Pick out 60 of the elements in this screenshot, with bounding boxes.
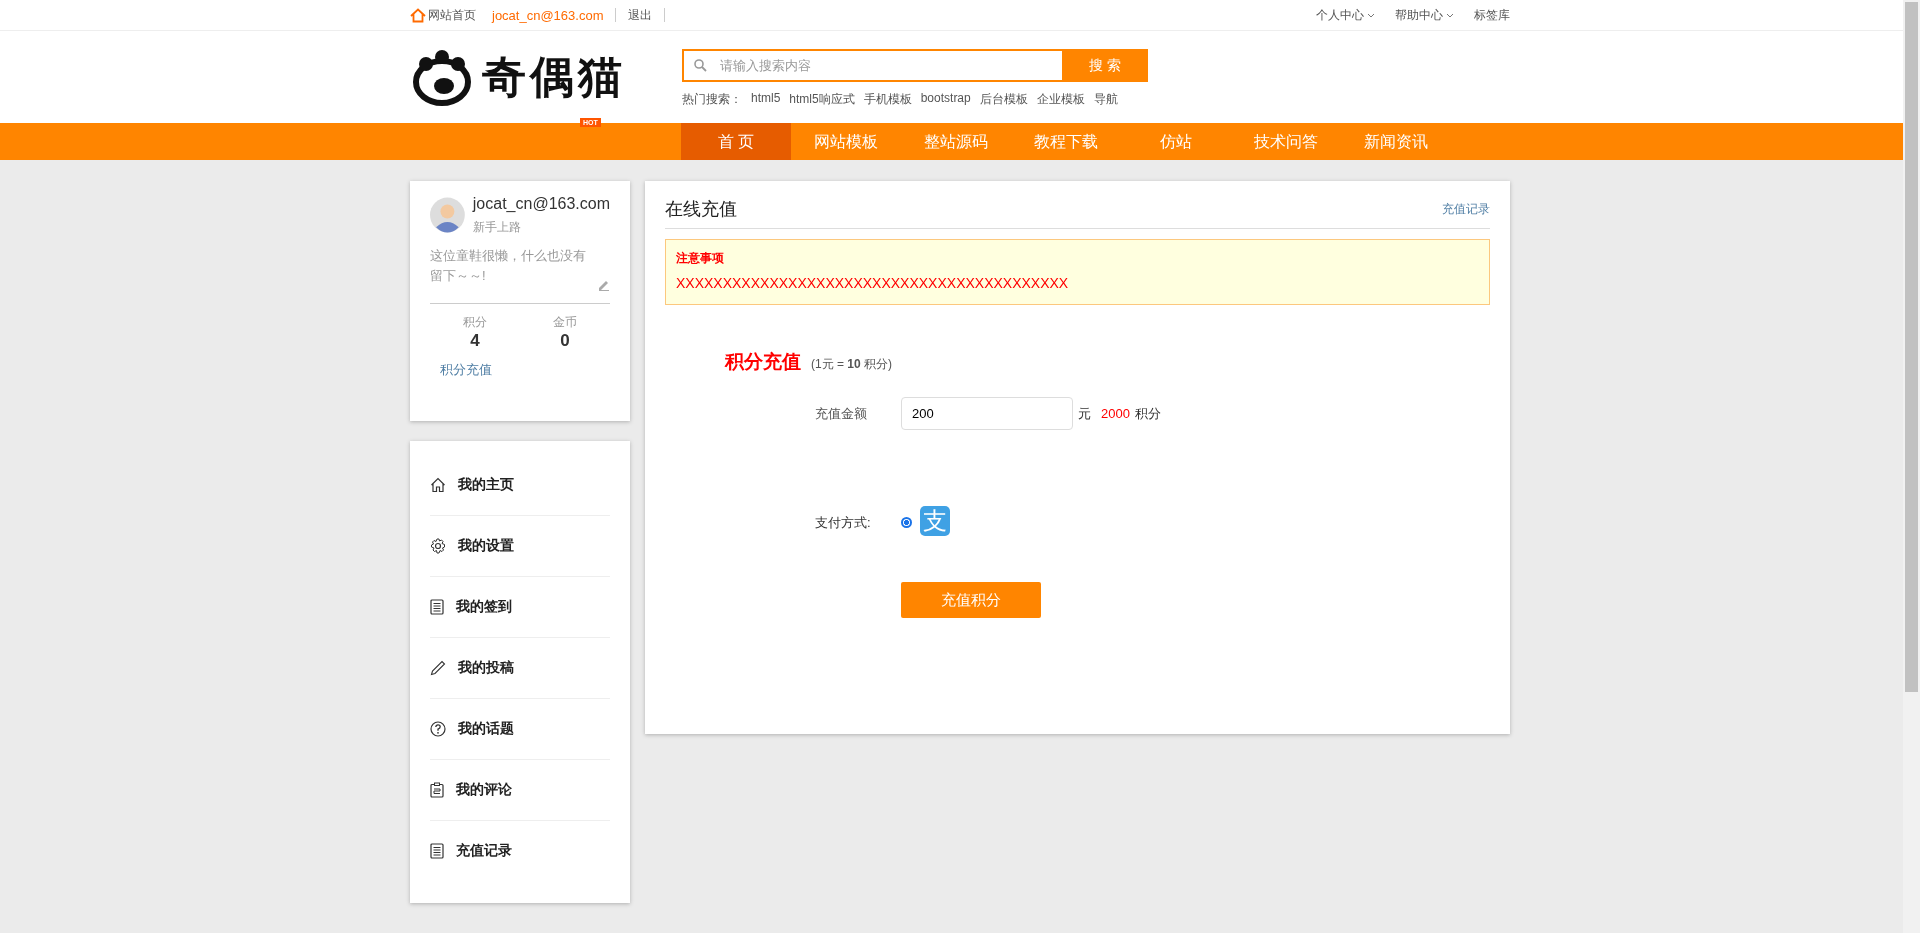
notice-text: XXXXXXXXXXXXXXXXXXXXXXXXXXXXXXXXXXXXXXXXXX (676, 275, 1070, 291)
list-icon (430, 599, 444, 615)
chevron-down-icon (1367, 12, 1375, 18)
home-icon (430, 477, 446, 493)
top-menu-link[interactable]: 个人中心 (1316, 6, 1375, 24)
edit-icon[interactable] (597, 278, 610, 291)
history-link[interactable]: 充值记录 (1442, 200, 1490, 218)
help-icon (430, 721, 446, 737)
hot-search-link[interactable]: 导航 (1093, 91, 1118, 108)
sidebar-item[interactable]: 我的话题 (430, 699, 610, 760)
hot-search-link[interactable]: 后台模板 (979, 91, 1028, 108)
amount-label: 充值金额 (815, 404, 868, 423)
payment-label: 支付方式: (815, 514, 872, 532)
currency-unit: 元 (1078, 404, 1091, 423)
home-icon (410, 7, 426, 23)
top-menu-link[interactable]: 帮助中心 (1395, 6, 1454, 24)
sidebar-item[interactable]: 我的签到 (430, 577, 610, 638)
user-name: jocat_cn@163.com (472, 195, 610, 213)
sidebar-item[interactable]: 我的主页 (430, 455, 610, 516)
pencil-icon (430, 660, 446, 676)
user-level: 新手上路 (472, 219, 522, 236)
section-heading: 积分充值 (725, 350, 801, 374)
sidebar-item[interactable]: 充值记录 (430, 821, 610, 881)
stat-label: 金币 (553, 314, 577, 331)
stat-value: 0 (560, 331, 570, 351)
points-value: 2000 (1101, 406, 1130, 421)
notice-title: 注意事项 (676, 250, 725, 267)
logout-link[interactable]: 退出 (628, 6, 653, 24)
paw-icon (410, 48, 474, 106)
settings-icon (430, 538, 446, 554)
radio-button[interactable] (901, 516, 912, 528)
hot-search-link[interactable]: bootstrap (920, 91, 971, 108)
list-icon (430, 843, 444, 859)
exchange-rate: (1元 = 10 积分) (811, 356, 893, 373)
panel-title: 在线充值 (665, 198, 737, 221)
hot-search-link[interactable]: html5响应式 (789, 91, 855, 108)
avatar (430, 195, 465, 235)
hot-search-link[interactable]: 手机模板 (863, 91, 912, 108)
amount-field[interactable]: 200 (901, 397, 1073, 430)
home-link[interactable]: 网站首页 (410, 6, 476, 24)
scrollbar[interactable] (1903, 0, 1920, 933)
hot-search-label: 热门搜索： (682, 91, 742, 108)
points-unit: 积分 (1134, 404, 1161, 423)
recharge-link[interactable]: 积分充值 (440, 361, 492, 379)
user-bio: 这位童鞋很懒，什么也没有留下～～! (430, 247, 587, 285)
stat-value: 4 (470, 331, 480, 351)
top-menu-link[interactable]: 标签库 (1474, 6, 1510, 24)
sidebar-item[interactable]: 我的设置 (430, 516, 610, 577)
chevron-down-icon (1446, 12, 1454, 18)
hot-search-link[interactable]: 企业模板 (1036, 91, 1085, 108)
logo-text: 奇偶猫 (482, 50, 626, 103)
clipboard-icon (430, 782, 444, 798)
stat-label: 积分 (463, 314, 487, 331)
hot-search-link[interactable]: html5 (751, 91, 781, 108)
alipay-icon: 支 (920, 506, 950, 536)
search-icon (694, 59, 707, 72)
sidebar-item[interactable]: 我的投稿 (430, 638, 610, 699)
search-field[interactable]: 请输入搜索内容 (682, 49, 1062, 82)
sidebar-item[interactable]: 我的评论 (430, 760, 610, 821)
nav-tab[interactable]: 首 页 (681, 123, 791, 160)
